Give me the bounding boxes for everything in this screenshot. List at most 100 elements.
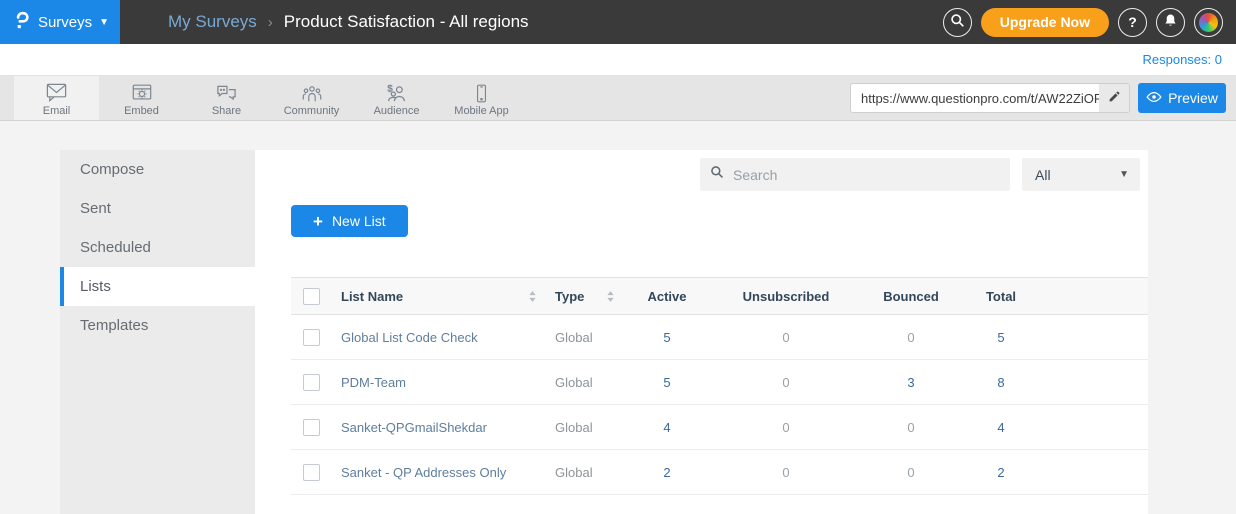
section-navbar: Responses: 0 bbox=[0, 44, 1236, 76]
channel-embed[interactable]: Embed bbox=[99, 76, 184, 120]
help-button[interactable]: ? bbox=[1118, 8, 1147, 37]
sidebar-item-sent[interactable]: Sent bbox=[60, 189, 255, 228]
column-total: Total bbox=[961, 289, 1041, 304]
channels-toolbar: Email Embed Share Community $ Audience M… bbox=[0, 76, 1236, 121]
channel-email[interactable]: Email bbox=[14, 76, 99, 120]
content-area: Compose Sent Scheduled Lists Templates A… bbox=[0, 121, 1236, 514]
email-icon bbox=[44, 81, 69, 104]
pencil-icon bbox=[1108, 90, 1121, 106]
total-count-link[interactable]: 2 bbox=[961, 465, 1041, 480]
column-type: Type bbox=[555, 289, 584, 304]
header-actions: Upgrade Now ? bbox=[943, 8, 1236, 37]
bell-icon bbox=[1163, 13, 1178, 31]
sort-icon[interactable] bbox=[528, 290, 537, 303]
list-name-link[interactable]: Sanket - QP Addresses Only bbox=[333, 465, 506, 480]
list-type: Global bbox=[541, 330, 623, 345]
total-count-link[interactable]: 8 bbox=[961, 375, 1041, 390]
active-count-link[interactable]: 5 bbox=[623, 330, 711, 345]
list-name-link[interactable]: Global List Code Check bbox=[333, 330, 478, 345]
sort-icon[interactable] bbox=[606, 290, 615, 303]
search-icon bbox=[710, 165, 724, 184]
search-row: All ▼ bbox=[255, 158, 1140, 191]
sidebar-item-lists[interactable]: Lists bbox=[60, 267, 255, 306]
search-button[interactable] bbox=[943, 8, 972, 37]
new-list-label: New List bbox=[332, 213, 386, 229]
list-type: Global bbox=[541, 375, 623, 390]
total-count-link[interactable]: 4 bbox=[961, 420, 1041, 435]
share-icon bbox=[215, 83, 238, 104]
edit-url-button[interactable] bbox=[1099, 84, 1129, 112]
table-row: Sanket-QPGmailShekdar Global 4 0 0 4 bbox=[291, 405, 1148, 450]
active-count-link[interactable]: 4 bbox=[623, 420, 711, 435]
breadcrumb-my-surveys[interactable]: My Surveys bbox=[168, 12, 257, 32]
row-checkbox[interactable] bbox=[303, 374, 320, 391]
sidebar-item-scheduled[interactable]: Scheduled bbox=[60, 228, 255, 267]
surveys-menu-button[interactable]: Surveys ▼ bbox=[0, 0, 120, 44]
channel-audience[interactable]: $ Audience bbox=[354, 76, 439, 120]
embed-icon bbox=[131, 82, 153, 104]
sidebar-item-templates[interactable]: Templates bbox=[60, 306, 255, 345]
breadcrumb-separator-icon: › bbox=[268, 14, 273, 31]
question-mark-icon: ? bbox=[1128, 14, 1137, 30]
email-sidebar: Compose Sent Scheduled Lists Templates bbox=[60, 150, 255, 514]
list-type: Global bbox=[541, 465, 623, 480]
avatar-logo-icon bbox=[1199, 13, 1218, 32]
filter-dropdown[interactable]: All ▼ bbox=[1022, 158, 1140, 191]
chevron-down-icon: ▼ bbox=[1119, 169, 1129, 180]
search-box bbox=[700, 158, 1010, 191]
questionpro-logo-icon bbox=[11, 9, 31, 36]
filter-value: All bbox=[1035, 167, 1051, 183]
search-icon bbox=[950, 13, 965, 31]
table-body: Global List Code Check Global 5 0 0 5 PD… bbox=[291, 315, 1148, 495]
surveys-label: Surveys bbox=[38, 14, 92, 31]
total-count-link[interactable]: 5 bbox=[961, 330, 1041, 345]
bounced-count-link: 0 bbox=[861, 420, 961, 435]
search-input[interactable] bbox=[733, 167, 1000, 183]
column-unsubscribed: Unsubscribed bbox=[711, 289, 861, 304]
active-count-link[interactable]: 5 bbox=[623, 375, 711, 390]
channel-share[interactable]: Share bbox=[184, 76, 269, 120]
breadcrumb: My Surveys › Product Satisfaction - All … bbox=[168, 12, 529, 32]
survey-url-input[interactable] bbox=[851, 91, 1099, 106]
channel-mobile-app[interactable]: Mobile App bbox=[439, 76, 524, 120]
notifications-button[interactable] bbox=[1156, 8, 1185, 37]
channel-tabs: Email Embed Share Community $ Audience M… bbox=[14, 76, 524, 120]
channel-community[interactable]: Community bbox=[269, 76, 354, 120]
plus-icon: + bbox=[313, 213, 323, 230]
bounced-count-link: 0 bbox=[861, 330, 961, 345]
page-title: Product Satisfaction - All regions bbox=[284, 12, 529, 32]
questionpro-app: Surveys ▼ My Surveys › Product Satisfact… bbox=[0, 0, 1236, 514]
top-header: Surveys ▼ My Surveys › Product Satisfact… bbox=[0, 0, 1236, 44]
avatar[interactable] bbox=[1194, 8, 1223, 37]
bounced-count-link[interactable]: 3 bbox=[861, 375, 961, 390]
select-all-checkbox[interactable] bbox=[303, 288, 320, 305]
lists-panel: All ▼ + New List List Name Type bbox=[255, 150, 1148, 514]
unsubscribed-count-link: 0 bbox=[711, 330, 861, 345]
row-checkbox[interactable] bbox=[303, 329, 320, 346]
column-active: Active bbox=[623, 289, 711, 304]
row-checkbox[interactable] bbox=[303, 419, 320, 436]
unsubscribed-count-link: 0 bbox=[711, 465, 861, 480]
sidebar-item-compose[interactable]: Compose bbox=[60, 150, 255, 189]
active-count-link[interactable]: 2 bbox=[623, 465, 711, 480]
preview-button[interactable]: Preview bbox=[1138, 83, 1226, 113]
lists-table: List Name Type Active Unsubscribed Bounc… bbox=[291, 277, 1148, 495]
list-name-link[interactable]: Sanket-QPGmailShekdar bbox=[333, 420, 487, 435]
community-icon bbox=[301, 83, 323, 104]
new-list-button[interactable]: + New List bbox=[291, 205, 408, 237]
table-row: Sanket - QP Addresses Only Global 2 0 0 … bbox=[291, 450, 1148, 495]
preview-label: Preview bbox=[1168, 90, 1218, 106]
row-checkbox[interactable] bbox=[303, 464, 320, 481]
list-name-link[interactable]: PDM-Team bbox=[333, 375, 406, 390]
svg-text:$: $ bbox=[387, 84, 393, 95]
bounced-count-link: 0 bbox=[861, 465, 961, 480]
upgrade-button[interactable]: Upgrade Now bbox=[981, 8, 1109, 37]
list-type: Global bbox=[541, 420, 623, 435]
unsubscribed-count-link: 0 bbox=[711, 420, 861, 435]
column-bounced: Bounced bbox=[861, 289, 961, 304]
section-tabs bbox=[16, 44, 115, 75]
table-header: List Name Type Active Unsubscribed Bounc… bbox=[291, 277, 1148, 315]
eye-icon bbox=[1146, 90, 1162, 106]
column-list-name: List Name bbox=[341, 289, 403, 304]
survey-url-box bbox=[850, 83, 1130, 113]
